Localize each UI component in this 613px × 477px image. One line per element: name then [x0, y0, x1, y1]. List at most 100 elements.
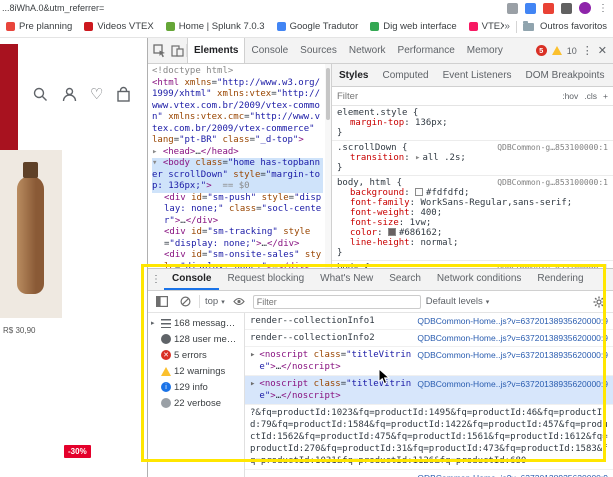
dom-tree-node[interactable]: <div id="sm-onsite-sales" style="display…	[152, 250, 323, 268]
clear-console-icon[interactable]	[176, 293, 194, 311]
device-toolbar-icon[interactable]	[168, 42, 186, 60]
search-icon[interactable]	[32, 86, 49, 103]
live-expression-eye-icon[interactable]	[230, 293, 248, 311]
devtools-close-icon[interactable]: ✕	[598, 44, 607, 57]
dom-tree-node[interactable]: <!doctype html>	[152, 66, 323, 78]
styles-filter-input[interactable]	[337, 91, 562, 102]
css-declaration[interactable]: font-family: WorkSans-Regular,sans-serif…	[337, 198, 608, 208]
cart-bag-icon[interactable]	[115, 86, 132, 103]
console-source-link[interactable]: QDBCommon-Home..js?v=63720138935620000:9	[417, 378, 608, 390]
color-swatch[interactable]	[415, 188, 423, 196]
css-declaration[interactable]: font-size: 1vw;	[337, 218, 608, 228]
warning-badge-icon[interactable]	[552, 46, 562, 55]
profile-avatar[interactable]	[579, 2, 591, 14]
inspect-icon[interactable]	[150, 42, 168, 60]
extension-icon[interactable]	[525, 3, 536, 14]
styles-subtab-computed[interactable]: Computed	[375, 70, 435, 81]
console-sidebar-toggle-icon[interactable]	[153, 293, 171, 311]
product-image[interactable]	[0, 150, 62, 318]
dom-tree-node[interactable]: <div id="sm-tracking" style="display: no…	[152, 227, 323, 250]
devtools-tab-performance[interactable]: Performance	[392, 38, 461, 63]
styles-subtab-dom-breakpoints[interactable]: DOM Breakpoints	[519, 70, 612, 81]
console-sidebar-item[interactable]: 128 user me…	[148, 331, 244, 347]
rule-selector[interactable]: .scrollDown	[337, 143, 397, 153]
styles-toolbar-toggle[interactable]: :hov	[562, 91, 578, 101]
scrollbar-thumb[interactable]	[326, 68, 330, 120]
console-message[interactable]: ▸<noscript class="titleVitrine">…</noscr…	[245, 347, 613, 376]
expand-arrow-icon[interactable]: ▸	[250, 349, 255, 361]
expand-shorthand-icon[interactable]: ▸	[415, 153, 420, 163]
bookmark-item[interactable]: Google Tradutor	[277, 21, 359, 32]
address-bar-text[interactable]: ...8iWhA.0&utm_referrer=	[2, 3, 104, 13]
dom-tree-node[interactable]: ▸ <head>…</head>	[152, 147, 323, 159]
rule-header: QDBCommon-g…853100000:1.scrollDown {	[337, 143, 608, 153]
styles-toolbar-toggle[interactable]: .cls	[584, 91, 597, 101]
console-sidebar-item[interactable]: 22 verbose	[148, 395, 244, 411]
styles-subtab-event-listeners[interactable]: Event Listeners	[436, 70, 519, 81]
console-source-link[interactable]: QDBCommon-Home..js?v=63720138935620000:9	[417, 332, 608, 344]
console-settings-gear-icon[interactable]	[590, 293, 608, 311]
console-message[interactable]: render--collectionInfo1QDBCommon-Home..j…	[245, 313, 613, 330]
styles-subtab-styles[interactable]: Styles	[332, 70, 375, 81]
console-message[interactable]: render--collectionInfo2QDBCommon-Home..j…	[245, 330, 613, 347]
extension-icon[interactable]	[543, 3, 554, 14]
extension-icon[interactable]	[561, 3, 572, 14]
console-source-link[interactable]: QDBCommon-Home..js?v=63720138935620000:9	[417, 315, 608, 327]
css-declaration[interactable]: color: #686162;	[337, 228, 608, 238]
rule-selector[interactable]: body, html	[337, 178, 391, 188]
bookmark-item[interactable]: VTEX Community	[469, 21, 505, 32]
console-source-link[interactable]: QDBCommon-Home..js?v=63720138935620000:9	[417, 349, 608, 361]
devtools-menu-icon[interactable]: ⋮	[582, 44, 593, 57]
wishlist-heart-icon[interactable]: ♡	[90, 86, 103, 103]
expand-arrow-icon[interactable]: ▸	[250, 378, 255, 390]
devtools-tab-elements[interactable]: Elements	[187, 38, 245, 63]
devtools-tab-sources[interactable]: Sources	[294, 38, 343, 63]
bookmark-item[interactable]: Dig web interface	[370, 21, 456, 32]
error-badge-icon[interactable]: 5	[536, 45, 547, 56]
css-declaration[interactable]: transition: ▸all .2s;	[337, 153, 608, 163]
rule-selector[interactable]: element.style	[337, 108, 407, 118]
console-message[interactable]: ?&fq=productId:1023&fq=productId:1495&fq…	[245, 405, 613, 470]
drawer-tab-console[interactable]: Console	[164, 269, 219, 290]
extension-icon[interactable]	[507, 3, 518, 14]
dom-tree-node[interactable]: ▾ <body class="home has-topbanner scroll…	[152, 158, 323, 193]
console-source-link[interactable]: QDBCommon-Home..js?v=63720138935620000:9	[417, 472, 608, 477]
console-levels-dropdown[interactable]: Default levels▾	[426, 296, 490, 307]
drawer-menu-icon[interactable]: ⋮	[148, 274, 164, 285]
console-message[interactable]: QDBCommon-Home..js?v=63720138935620000:9	[245, 470, 613, 477]
css-declaration[interactable]: line-height: normal;	[337, 238, 608, 248]
bookmark-item[interactable]: Pre planning	[6, 21, 72, 32]
drawer-tab-rendering[interactable]: Rendering	[529, 269, 591, 290]
bookmark-item[interactable]: Videos VTEX	[84, 21, 153, 32]
console-sidebar-item[interactable]: ✕5 errors	[148, 347, 244, 363]
stylesheet-source-link[interactable]: QDBCommon-g…853100000:1	[497, 143, 608, 153]
color-swatch[interactable]	[388, 228, 396, 236]
dom-tree-node[interactable]: <html xmlns="http://www.w3.org/1999/xhtm…	[152, 78, 323, 147]
console-message[interactable]: ▸<noscript class="titleVitrine">…</noscr…	[245, 376, 613, 405]
account-icon[interactable]	[61, 86, 78, 103]
styles-toolbar-toggle[interactable]: +	[603, 91, 608, 101]
console-sidebar-item[interactable]: ▸168 messag…	[148, 315, 244, 331]
drawer-tab-request-blocking[interactable]: Request blocking	[219, 269, 312, 290]
css-declaration[interactable]: margin-top: 136px;	[337, 118, 608, 128]
console-sidebar-item[interactable]: i129 info	[148, 379, 244, 395]
stylesheet-source-link[interactable]: QDBCommon-g…853100000:1	[497, 178, 608, 188]
devtools-tab-network[interactable]: Network	[343, 38, 392, 63]
bookmarks-overflow-icon[interactable]: »	[504, 21, 510, 32]
other-bookmarks-label[interactable]: Outros favoritos	[540, 21, 607, 32]
console-sidebar-item[interactable]: 12 warnings	[148, 363, 244, 379]
dom-tree-node[interactable]: <div id="sm-push" style="display: none;"…	[152, 193, 323, 228]
scrollbar[interactable]	[325, 64, 331, 268]
drawer-tab-what-s-new[interactable]: What's New	[312, 269, 381, 290]
css-property-value: 400	[420, 208, 436, 218]
devtools-tab-memory[interactable]: Memory	[461, 38, 509, 63]
css-declaration[interactable]: font-weight: 400;	[337, 208, 608, 218]
drawer-tab-network-conditions[interactable]: Network conditions	[429, 269, 529, 290]
bookmark-item[interactable]: Home | Splunk 7.0.3	[166, 21, 265, 32]
devtools-tab-console[interactable]: Console	[245, 38, 294, 63]
console-context-selector[interactable]: top▾	[205, 296, 225, 307]
console-filter-input[interactable]	[253, 295, 421, 309]
css-declaration[interactable]: background: #fdfdfd;	[337, 188, 608, 198]
browser-menu-icon[interactable]: ⋮	[598, 3, 608, 14]
drawer-tab-search[interactable]: Search	[381, 269, 429, 290]
